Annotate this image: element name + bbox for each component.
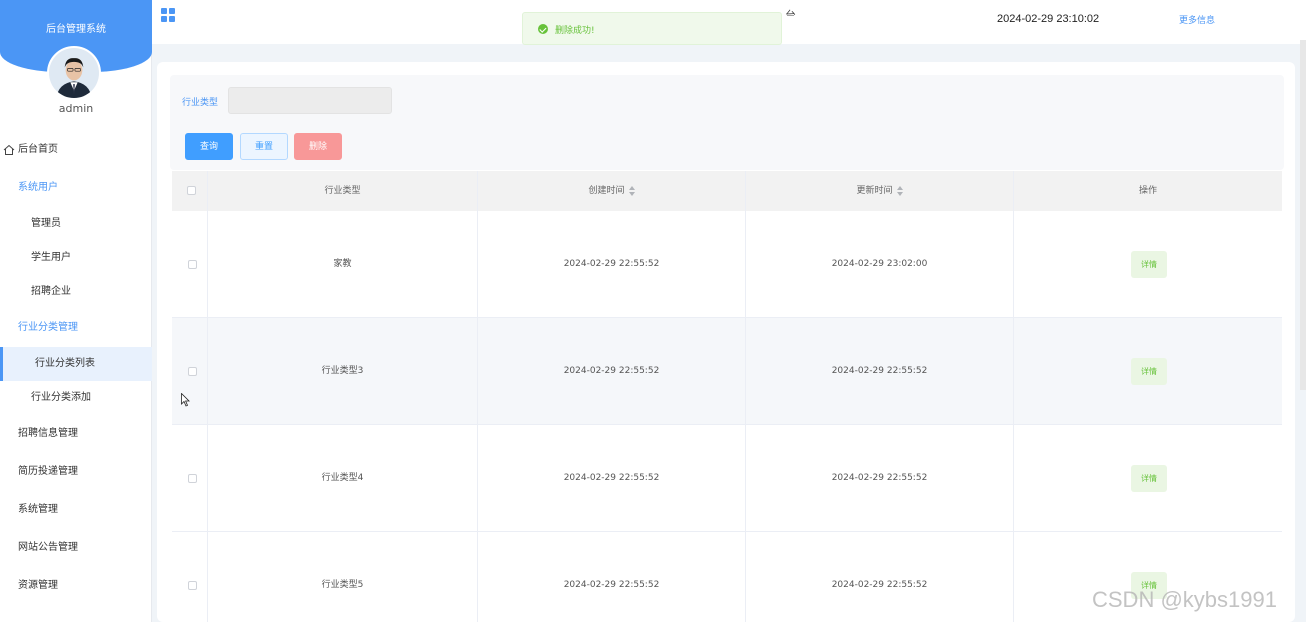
updated-cell: 2024-02-29 23:02:00 — [746, 211, 1014, 318]
sidebar-item-industry-add[interactable]: 行业分类添加 — [0, 383, 152, 413]
avatar[interactable] — [47, 46, 101, 100]
checkbox-cell — [172, 318, 208, 425]
toast-message: 删除成功! — [555, 26, 595, 36]
sidebar-item-label: 系统用户 — [18, 182, 58, 193]
watermark: CSDN @kybs1991 — [1092, 587, 1277, 612]
header-created[interactable]: 创建时间 — [478, 171, 746, 211]
sidebar-item-label: 系统管理 — [18, 504, 58, 515]
sidebar-item-resources[interactable]: 资源管理 — [0, 571, 152, 601]
datetime: 2024-02-29 23:10:02 — [997, 13, 1100, 25]
updated-cell: 2024-02-29 22:55:52 — [746, 318, 1014, 425]
checkbox-cell — [172, 425, 208, 532]
sidebar-item-label: 行业分类列表 — [35, 358, 95, 369]
sidebar-item-label: 网站公告管理 — [18, 542, 78, 553]
sidebar-item-label: 招聘信息管理 — [18, 428, 78, 439]
data-table: 行业类型 创建时间 更新时间 操作 家教 2024-02-29 22:55:52… — [172, 171, 1282, 622]
sidebar-item-label: 后台首页 — [18, 144, 58, 155]
checkbox-cell — [172, 211, 208, 318]
success-toast: 删除成功! — [522, 12, 782, 45]
select-all-checkbox[interactable] — [187, 186, 196, 195]
header-type: 行业类型 — [208, 171, 478, 211]
sidebar-item-companies[interactable]: 招聘企业 — [0, 277, 152, 307]
more-info-link[interactable]: 更多信息 — [1179, 13, 1215, 26]
sidebar-item-recruitment[interactable]: 招聘信息管理 — [0, 419, 152, 449]
created-cell: 2024-02-29 22:55:52 — [478, 425, 746, 532]
action-cell: 详情 — [1014, 425, 1282, 532]
sidebar-item-home[interactable]: 后台首页 — [0, 135, 152, 165]
created-cell: 2024-02-29 22:55:52 — [478, 532, 746, 622]
action-cell: 详情 — [1014, 318, 1282, 425]
mouse-cursor-icon — [181, 393, 190, 407]
sidebar-item-label: 招聘企业 — [31, 286, 71, 297]
sidebar-item-industry-management[interactable]: 行业分类管理 — [0, 313, 152, 343]
header-checkbox-cell — [172, 171, 208, 211]
sidebar-item-admin[interactable]: 管理员 — [0, 209, 152, 239]
type-cell: 行业类型3 — [208, 318, 478, 425]
sidebar-item-system[interactable]: 系统管理 — [0, 495, 152, 525]
table-row: 行业类型4 2024-02-29 22:55:52 2024-02-29 22:… — [172, 425, 1282, 532]
row-checkbox[interactable] — [188, 474, 197, 483]
checkbox-cell — [172, 532, 208, 622]
check-circle-icon — [538, 24, 548, 34]
home-icon — [3, 144, 15, 155]
table-row: 家教 2024-02-29 22:55:52 2024-02-29 23:02:… — [172, 211, 1282, 318]
type-cell: 家教 — [208, 211, 478, 318]
sidebar-item-resume[interactable]: 简历投递管理 — [0, 457, 152, 487]
row-checkbox[interactable] — [188, 581, 197, 590]
menu-grid-icon[interactable] — [161, 8, 175, 22]
scrollbar[interactable] — [1300, 40, 1306, 390]
username: admin — [58, 102, 94, 115]
row-checkbox[interactable] — [188, 367, 197, 376]
delete-button[interactable]: 删除 — [294, 133, 342, 160]
table-row: 行业类型3 2024-02-29 22:55:52 2024-02-29 22:… — [172, 318, 1282, 425]
updated-cell: 2024-02-29 22:55:52 — [746, 425, 1014, 532]
sidebar-item-industry-list[interactable]: 行业分类列表 — [0, 347, 152, 381]
reset-button[interactable]: 重置 — [240, 133, 288, 160]
table-header: 行业类型 创建时间 更新时间 操作 — [172, 171, 1282, 211]
created-cell: 2024-02-29 22:55:52 — [478, 318, 746, 425]
created-cell: 2024-02-29 22:55:52 — [478, 211, 746, 318]
sidebar: 后台管理系统 admin 后台首页 系统用户 管理员 学生用户 招聘企业 行业分… — [0, 0, 152, 622]
action-cell: 详情 — [1014, 211, 1282, 318]
detail-button[interactable]: 详情 — [1131, 465, 1167, 492]
type-cell: 行业类型5 — [208, 532, 478, 622]
detail-button[interactable]: 详情 — [1131, 358, 1167, 385]
sidebar-item-student-users[interactable]: 学生用户 — [0, 243, 152, 273]
detail-button[interactable]: 详情 — [1131, 251, 1167, 278]
sidebar-item-announcements[interactable]: 网站公告管理 — [0, 533, 152, 563]
sidebar-item-label: 管理员 — [31, 218, 61, 229]
header-updated[interactable]: 更新时间 — [746, 171, 1014, 211]
header-action: 操作 — [1138, 186, 1157, 196]
query-button[interactable]: 查询 — [185, 133, 233, 160]
industry-type-input[interactable] — [228, 87, 392, 114]
updated-cell: 2024-02-29 22:55:52 — [746, 532, 1014, 622]
row-checkbox[interactable] — [188, 260, 197, 269]
sidebar-item-label: 资源管理 — [18, 580, 58, 591]
sidebar-item-label: 学生用户 — [31, 252, 71, 263]
sidebar-title: 后台管理系统 — [46, 24, 106, 35]
filter-label: 行业类型 — [182, 98, 219, 108]
sidebar-item-label: 行业分类管理 — [18, 322, 78, 333]
sidebar-item-label: 简历投递管理 — [18, 466, 78, 477]
sidebar-item-system-users[interactable]: 系统用户 — [0, 173, 152, 203]
sort-icon[interactable] — [628, 185, 635, 196]
type-cell: 行业类型4 — [208, 425, 478, 532]
sidebar-item-label: 行业分类添加 — [31, 392, 91, 403]
sort-icon[interactable] — [896, 185, 903, 196]
